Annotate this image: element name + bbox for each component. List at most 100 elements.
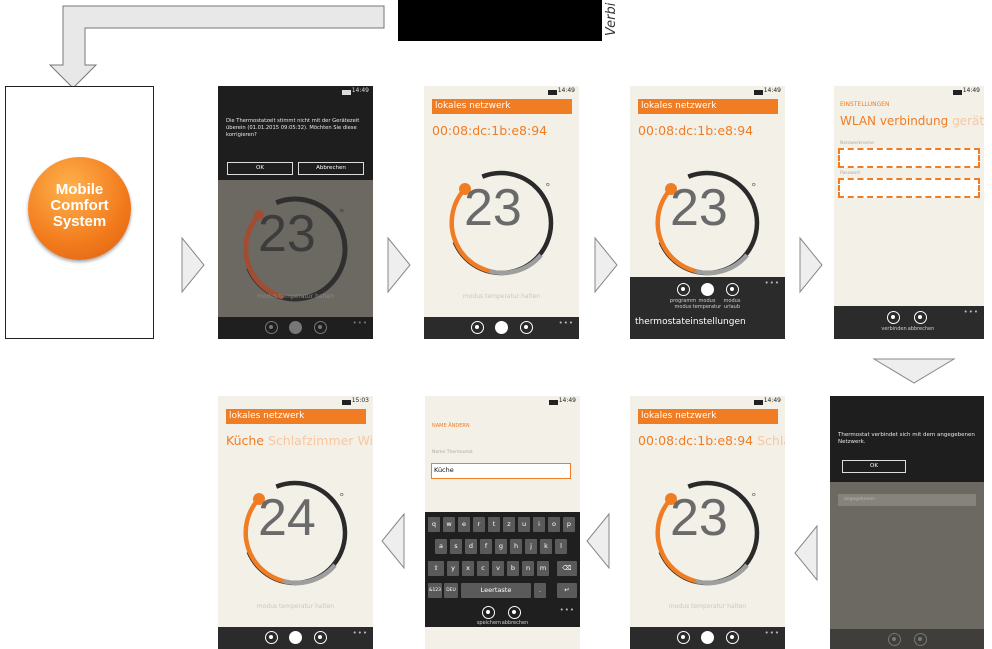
network-header[interactable]: lokales netzwerk (638, 99, 778, 114)
program-mode-button[interactable] (677, 283, 690, 296)
program-mode-button[interactable] (265, 321, 278, 334)
key-a[interactable]: a (435, 539, 447, 554)
key-w[interactable]: w (443, 517, 455, 532)
screen-expanded-menu: 14:49 lokales netzwerk 00:08:dc:1b:e8:94… (630, 86, 785, 339)
more-icon[interactable]: ••• (353, 319, 368, 327)
vacation-mode-button[interactable] (726, 283, 739, 296)
key-p[interactable]: p (563, 517, 575, 532)
flow-arrow-down (872, 357, 956, 389)
key-r[interactable]: r (473, 517, 485, 532)
screen-rename: 14:49 NAME ÄNDERN Name Thermostat Küche … (425, 396, 580, 649)
thermostat-settings-menu-item[interactable]: thermostateinstellungen (635, 317, 746, 327)
space-key[interactable]: Leertaste (461, 583, 531, 598)
mode-hint: modus temperatur halten (668, 603, 747, 610)
key-g[interactable]: g (495, 539, 507, 554)
key-k[interactable]: k (540, 539, 552, 554)
backspace-key[interactable]: ⌫ (557, 561, 577, 576)
key-f[interactable]: f (480, 539, 492, 554)
save-icon[interactable] (482, 606, 495, 619)
screen-room-network: 14:49 lokales netzwerk 00:08:dc:1b:e8:94… (630, 396, 785, 649)
numbers-key[interactable]: &123 (428, 583, 442, 598)
key-l[interactable]: l (555, 539, 567, 554)
key-b[interactable]: b (507, 561, 519, 576)
tab-wlan[interactable]: WLAN verbindung geräte (840, 114, 984, 128)
temperature-mode-button[interactable] (495, 321, 508, 334)
verbi-caption: Verbi (604, 2, 619, 36)
key-n[interactable]: n (522, 561, 534, 576)
room-tabs: Küche Schlafzimmer Win (226, 433, 373, 448)
vacation-mode-button[interactable] (314, 321, 327, 334)
more-icon[interactable]: ••• (353, 629, 368, 637)
network-list-item[interactable]: angegebenen (838, 494, 976, 506)
key-x[interactable]: x (462, 561, 474, 576)
key-z[interactable]: z (503, 517, 515, 532)
dialog-cancel-button[interactable]: Abbrechen (298, 162, 364, 175)
flow-connector (48, 0, 602, 89)
key-q[interactable]: q (428, 517, 440, 532)
app-bar (830, 629, 984, 649)
app-bar: verbinden abbrechen ••• (834, 306, 984, 339)
degree-sign: ° (339, 207, 345, 220)
tab-third-room[interactable]: Win (357, 433, 373, 448)
app-bar: ••• (630, 627, 785, 649)
more-icon[interactable]: ••• (765, 629, 780, 637)
temperature-mode-button[interactable] (701, 283, 714, 296)
temperature-mode-button[interactable] (289, 631, 302, 644)
key-e[interactable]: e (458, 517, 470, 532)
cancel-label: abbrechen (907, 326, 935, 332)
key-d[interactable]: d (465, 539, 477, 554)
more-icon[interactable]: ••• (765, 279, 780, 287)
more-icon[interactable]: ••• (964, 308, 979, 316)
degree-sign: ° (339, 491, 345, 504)
temperature-mode-button[interactable] (289, 321, 302, 334)
vacation-mode-button[interactable] (726, 631, 739, 644)
key-u[interactable]: u (518, 517, 530, 532)
close-icon[interactable] (914, 311, 927, 324)
key-s[interactable]: s (450, 539, 462, 554)
vacation-mode-label: modus urlaub (723, 298, 741, 310)
network-header[interactable]: lokales netzwerk (432, 99, 572, 114)
next-room-tab[interactable]: Schlafz (757, 433, 785, 448)
close-icon[interactable] (508, 606, 521, 619)
dot-key[interactable]: . (534, 583, 546, 598)
program-mode-button[interactable] (677, 631, 690, 644)
password-field[interactable] (838, 178, 980, 198)
vacation-mode-button[interactable] (520, 321, 533, 334)
key-h[interactable]: h (510, 539, 522, 554)
key-c[interactable]: c (477, 561, 489, 576)
key-y[interactable]: y (447, 561, 459, 576)
thermostat-name-input[interactable]: Küche (431, 463, 571, 479)
key-m[interactable]: m (537, 561, 549, 576)
mac-address: 00:08:dc:1b:e8:94 (432, 123, 548, 138)
on-screen-keyboard: q w e r t z u i o p a s d f g h j k l ⇧ … (425, 512, 580, 627)
language-key[interactable]: DEU (444, 583, 458, 598)
program-mode-button[interactable] (265, 631, 278, 644)
tab-schlafzimmer[interactable]: Schlafzimmer (268, 433, 353, 448)
wifi-icon[interactable] (887, 311, 900, 324)
wifi-icon[interactable] (888, 633, 901, 646)
network-header[interactable]: lokales netzwerk (226, 409, 366, 424)
shift-key[interactable]: ⇧ (428, 561, 444, 576)
key-i[interactable]: i (533, 517, 545, 532)
flow-arrow-left-2 (585, 512, 611, 570)
temperature-mode-button[interactable] (701, 631, 714, 644)
close-icon[interactable] (914, 633, 927, 646)
key-j[interactable]: j (525, 539, 537, 554)
screen-time-dialog: 14:49 Die Thermostatzeit stimmt nicht mi… (218, 86, 373, 339)
flow-arrow-right-4 (798, 236, 824, 294)
key-o[interactable]: o (548, 517, 560, 532)
key-v[interactable]: v (492, 561, 504, 576)
more-icon[interactable]: ••• (559, 319, 574, 327)
network-name-field[interactable] (838, 148, 980, 168)
dialog-ok-button[interactable]: OK (227, 162, 293, 175)
vacation-mode-button[interactable] (314, 631, 327, 644)
tab-kueche[interactable]: Küche (226, 433, 264, 448)
more-icon[interactable]: ••• (560, 606, 575, 614)
key-t[interactable]: t (488, 517, 500, 532)
program-mode-button[interactable] (471, 321, 484, 334)
dialog-ok-button[interactable]: OK (842, 460, 906, 473)
enter-key[interactable]: ↵ (557, 583, 577, 598)
network-header[interactable]: lokales netzwerk (638, 409, 778, 424)
tab-devices[interactable]: geräte (952, 114, 984, 128)
degree-sign: ° (751, 491, 757, 504)
